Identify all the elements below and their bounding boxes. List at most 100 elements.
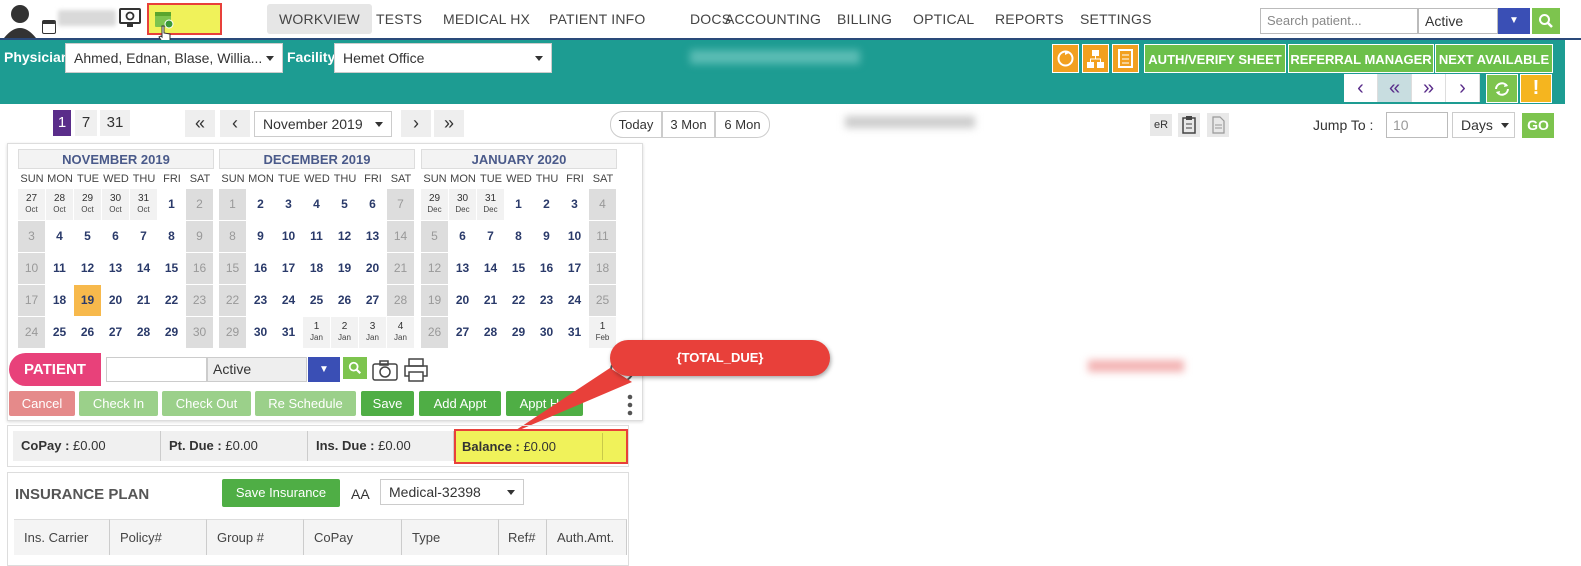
calendar-day[interactable]: 12 (331, 221, 359, 252)
calendar-day[interactable]: 4 (589, 189, 617, 220)
patient-name-input[interactable] (106, 357, 207, 382)
calendar-day[interactable]: 12 (74, 253, 102, 284)
calendar-day[interactable]: 26 (74, 317, 102, 348)
nav-reports[interactable]: REPORTS (983, 4, 1076, 34)
calendar-day[interactable]: 17 (561, 253, 589, 284)
camera-icon[interactable] (371, 358, 399, 382)
calendar-day[interactable]: 25 (303, 285, 331, 316)
calendar-day[interactable]: 1 Feb (589, 317, 617, 348)
today-button[interactable]: Today (610, 111, 662, 138)
calendar-day[interactable]: 22 (505, 285, 533, 316)
calendar-day[interactable]: 2 (533, 189, 561, 220)
calendar-day[interactable]: 1 Jan (303, 317, 331, 348)
nav-workview[interactable]: WORKVIEW (267, 4, 372, 34)
referral-manager-button[interactable]: REFERRAL MANAGER (1288, 44, 1434, 73)
patient-status-field[interactable]: Active (207, 357, 307, 382)
calendar-day[interactable]: 24 (18, 317, 46, 348)
calendar-small-icon[interactable] (42, 20, 56, 34)
nav-billing[interactable]: BILLING (825, 4, 904, 34)
physician-select[interactable]: Ahmed, Ednan, Blase, Willia... (65, 43, 283, 73)
calendar-day[interactable]: 15 (158, 253, 186, 284)
calendar-day[interactable]: 21 (387, 253, 415, 284)
day-view-31-button[interactable]: 31 (100, 110, 130, 136)
calendar-day[interactable]: 30 (247, 317, 275, 348)
calendar-day[interactable]: 3 (18, 221, 46, 252)
calendar-day[interactable]: 8 (219, 221, 247, 252)
calendar-day[interactable]: 6 (359, 189, 387, 220)
calendar-day[interactable]: 6 (102, 221, 130, 252)
calendar-day[interactable]: 14 (387, 221, 415, 252)
patient-status-select[interactable]: Active (1418, 8, 1498, 34)
calendar-day[interactable]: 30 Dec (449, 189, 477, 220)
check-in-button[interactable]: Check In (79, 391, 158, 416)
document-icon[interactable] (1207, 113, 1229, 137)
calendar-day[interactable]: 7 (387, 189, 415, 220)
schedule-button-highlighted[interactable] (147, 3, 222, 44)
patient-search-button[interactable] (343, 357, 367, 379)
calendar-day[interactable]: 25 (589, 285, 617, 316)
calendar-day[interactable]: 1 (158, 189, 186, 220)
calendar-day[interactable]: 29 Oct (74, 189, 102, 220)
calendar-day[interactable]: 18 (589, 253, 617, 284)
calendar-day[interactable]: 19 (421, 285, 449, 316)
calendar-day[interactable]: 28 (130, 317, 158, 348)
calendar-day[interactable]: 19 (331, 253, 359, 284)
next-month-fast-button[interactable]: » (434, 110, 464, 137)
calendar-day[interactable]: 4 Jan (387, 317, 415, 348)
calendar-day[interactable]: 5 (331, 189, 359, 220)
alert-button[interactable]: ! (1520, 74, 1552, 103)
calendar-day[interactable]: 29 (158, 317, 186, 348)
monitor-settings-icon[interactable] (118, 6, 142, 30)
calendar-day[interactable]: 2 Jan (331, 317, 359, 348)
prev-month-button[interactable]: ‹ (220, 110, 250, 137)
nav-accounting[interactable]: ACCOUNTING (713, 4, 833, 34)
calendar-day[interactable]: 11 (589, 221, 617, 252)
nav-optical[interactable]: OPTICAL (901, 4, 986, 34)
calendar-day[interactable]: 4 (303, 189, 331, 220)
calendar-day[interactable]: 10 (18, 253, 46, 284)
calendar-day[interactable]: 2 (186, 189, 214, 220)
calendar-day[interactable]: 24 (561, 285, 589, 316)
calendar-day[interactable]: 13 (102, 253, 130, 284)
search-patient-input[interactable]: Search patient... (1260, 8, 1418, 34)
go-button[interactable]: GO (1522, 113, 1554, 138)
calendar-day[interactable]: 29 (505, 317, 533, 348)
search-button[interactable] (1532, 8, 1560, 34)
calendar-day[interactable]: 2 (247, 189, 275, 220)
calendar-day[interactable]: 20 (102, 285, 130, 316)
next-month-button[interactable]: › (401, 110, 431, 137)
calendar-day[interactable]: 21 (130, 285, 158, 316)
calendar-day[interactable]: 3 (561, 189, 589, 220)
calendar-day[interactable]: 22 (158, 285, 186, 316)
calendar-day[interactable]: 27 (102, 317, 130, 348)
calendar-day[interactable]: 23 (533, 285, 561, 316)
calendar-day[interactable]: 3 (275, 189, 303, 220)
status-dropdown-button[interactable]: ▼ (1498, 8, 1530, 34)
calendar-day[interactable]: 26 (421, 317, 449, 348)
save-button[interactable]: Save (361, 391, 414, 416)
calendar-day[interactable]: 9 (533, 221, 561, 252)
calendar-day[interactable]: 8 (505, 221, 533, 252)
auth-verify-sheet-button[interactable]: AUTH/VERIFY SHEET (1144, 44, 1286, 73)
calendar-day[interactable]: 28 (387, 285, 415, 316)
calendar-day[interactable]: 8 (158, 221, 186, 252)
org-chart-icon[interactable] (1082, 44, 1109, 73)
calendar-day[interactable]: 15 (219, 253, 247, 284)
calendar-day[interactable]: 11 (303, 221, 331, 252)
calendar-day[interactable]: 23 (186, 285, 214, 316)
three-month-button[interactable]: 3 Mon (662, 111, 715, 138)
notes-icon[interactable] (1112, 44, 1139, 73)
calendar-day[interactable]: 10 (561, 221, 589, 252)
facility-select[interactable]: Hemet Office (334, 43, 552, 73)
next-day-button[interactable]: › (1446, 74, 1480, 102)
prev-day-button[interactable]: ‹ (1344, 74, 1378, 102)
calendar-day[interactable]: 9 (247, 221, 275, 252)
prev-month-fast-button[interactable]: « (185, 110, 215, 137)
nav-tests[interactable]: TESTS (364, 4, 434, 34)
calendar-day[interactable]: 9 (186, 221, 214, 252)
sync-button[interactable] (1486, 74, 1518, 103)
day-view-1-button[interactable]: 1 (53, 110, 71, 136)
nav-patient-info[interactable]: PATIENT INFO (537, 4, 658, 34)
calendar-day[interactable]: 31 Oct (130, 189, 158, 220)
calendar-day[interactable]: 11 (46, 253, 74, 284)
